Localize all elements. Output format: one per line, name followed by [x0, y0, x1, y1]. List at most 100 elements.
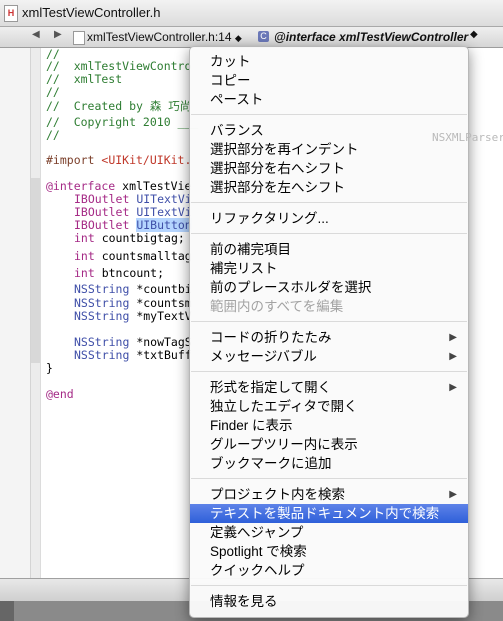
- menu-item-paste[interactable]: ペースト: [190, 90, 468, 109]
- context-menu: カット コピー ペースト バランス 選択部分を再インデント 選択部分を右へシフト…: [189, 46, 469, 618]
- type-name: NSString: [74, 348, 130, 362]
- identifier: *countbi: [129, 282, 192, 296]
- menu-item-label: バランス: [210, 123, 264, 138]
- keyword: IBOutlet: [74, 192, 130, 206]
- menu-item-get-info[interactable]: 情報を見る: [190, 592, 468, 611]
- menu-item-balance[interactable]: バランス: [190, 121, 468, 140]
- menu-item-find-in-project[interactable]: プロジェクト内を検索 ▶: [190, 485, 468, 504]
- menu-item-label: コピー: [210, 73, 251, 88]
- code-line: #import <UIKit/UIKit.: [46, 153, 191, 167]
- code-line: @interface xmlTestVie: [46, 179, 191, 193]
- popup-arrows-icon: ◆: [470, 29, 478, 40]
- menu-item-open-as[interactable]: 形式を指定して開く ▶: [190, 378, 468, 397]
- menu-item-label: グループツリー内に表示: [210, 437, 358, 452]
- class-name: xmlTestVie: [115, 179, 192, 193]
- menu-item-label: 選択部分を左へシフト: [210, 180, 345, 195]
- jumpbar-file-popup[interactable]: xmlTestViewController.h:14 ◆: [87, 30, 242, 44]
- menu-item-select-prev-placeholder[interactable]: 前のプレースホルダを選択: [190, 278, 468, 297]
- menu-item-reindent[interactable]: 選択部分を再インデント: [190, 140, 468, 159]
- keyword: int: [74, 231, 95, 245]
- header-file-icon-small: [73, 31, 85, 45]
- code-line: @end: [46, 387, 74, 401]
- menu-item-message-bubbles[interactable]: メッセージバブル ▶: [190, 347, 468, 366]
- code-line: //: [46, 128, 60, 142]
- code-fold-ribbon[interactable]: [31, 178, 40, 363]
- window-title: xmlTestViewController.h: [22, 5, 161, 20]
- menu-item-label: 形式を指定して開く: [210, 380, 332, 395]
- menu-item-copy[interactable]: コピー: [190, 71, 468, 90]
- menu-separator: [191, 233, 467, 234]
- identifier: countsmalltag: [94, 249, 192, 263]
- menu-item-shift-left[interactable]: 選択部分を左へシフト: [190, 178, 468, 197]
- menu-item-label: Spotlight で検索: [210, 544, 307, 559]
- menu-item-label: プロジェクト内を検索: [210, 487, 345, 502]
- menu-item-label: メッセージバブル: [210, 349, 317, 364]
- code-line: NSString *countsm: [74, 296, 192, 310]
- menu-item-add-bookmark[interactable]: ブックマークに追加: [190, 454, 468, 473]
- menu-item-search-in-docs[interactable]: テキストを製品ドキュメント内で検索: [190, 504, 468, 523]
- jump-bar: ◀ ▶ xmlTestViewController.h:14 ◆ C @inte…: [0, 27, 503, 48]
- menu-item-label: 前のプレースホルダを選択: [210, 280, 372, 295]
- menu-item-label: コードの折りたたみ: [210, 330, 332, 345]
- class-icon: C: [258, 31, 269, 42]
- type-name: NSString: [74, 309, 130, 323]
- menu-item-show-in-group-tree[interactable]: グループツリー内に表示: [190, 435, 468, 454]
- obscured-code-fragment: NSXMLParserDe: [432, 131, 503, 144]
- code-line: NSString *nowTagS: [74, 335, 192, 349]
- menu-item-cut[interactable]: カット: [190, 52, 468, 71]
- menu-item-completion-list[interactable]: 補完リスト: [190, 259, 468, 278]
- menu-item-label: クイックヘルプ: [210, 563, 305, 578]
- menu-item-jump-to-definition[interactable]: 定義へジャンプ: [190, 523, 468, 542]
- type-name: UITextVi: [129, 205, 192, 219]
- menu-item-edit-all-in-scope: 範囲内のすべてを編集: [190, 297, 468, 316]
- menu-item-prev-completion[interactable]: 前の補完項目: [190, 240, 468, 259]
- jumpbar-symbol-popup[interactable]: @interface xmlTestViewController: [274, 30, 468, 44]
- menu-item-show-in-finder[interactable]: Finder に表示: [190, 416, 468, 435]
- code-line: int countbigtag;: [74, 231, 185, 245]
- code-line: //: [46, 85, 60, 99]
- identifier: btncount;: [94, 266, 165, 280]
- type-name: UITextVi: [129, 192, 192, 206]
- import-path: <UIKit/UIKit.: [101, 153, 192, 167]
- resize-handle[interactable]: [0, 601, 14, 621]
- code-line: IBOutlet UITextVi: [74, 192, 192, 206]
- menu-separator: [191, 321, 467, 322]
- menu-item-shift-right[interactable]: 選択部分を右へシフト: [190, 159, 468, 178]
- submenu-arrow-icon: ▶: [449, 489, 457, 500]
- menu-item-label: リファクタリング...: [210, 211, 329, 226]
- jumpbar-file-label: xmlTestViewController.h:14: [87, 30, 232, 44]
- submenu-arrow-icon: ▶: [449, 332, 457, 343]
- type-name: NSString: [74, 282, 130, 296]
- menu-separator: [191, 371, 467, 372]
- keyword: IBOutlet: [74, 205, 130, 219]
- code-line: // xmlTest: [46, 72, 123, 86]
- menu-item-label: 情報を見る: [210, 594, 278, 609]
- code-line: NSString *myTextV: [74, 309, 192, 323]
- menu-item-label: 選択部分を右へシフト: [210, 161, 345, 176]
- menu-item-label: 補完リスト: [210, 261, 278, 276]
- forward-arrow-icon[interactable]: ▶: [54, 29, 62, 40]
- identifier: *txtBuff: [129, 348, 192, 362]
- menu-item-label: テキストを製品ドキュメント内で検索: [210, 506, 440, 521]
- type-name: NSString: [74, 296, 130, 310]
- menu-item-spotlight-search[interactable]: Spotlight で検索: [190, 542, 468, 561]
- code-line: IBOutlet UIButton: [74, 218, 192, 232]
- back-arrow-icon[interactable]: ◀: [32, 29, 40, 40]
- identifier: countbigtag;: [94, 231, 185, 245]
- popup-arrows-icon: ◆: [234, 33, 242, 43]
- import-directive: #import: [46, 153, 102, 167]
- code-line: int btncount;: [74, 266, 164, 280]
- menu-item-refactor[interactable]: リファクタリング...: [190, 209, 468, 228]
- menu-item-label: 独立したエディタで開く: [210, 399, 358, 414]
- menu-item-quick-help[interactable]: クイックヘルプ: [190, 561, 468, 580]
- menu-item-label: 範囲内のすべてを編集: [210, 299, 344, 314]
- menu-item-open-separate-editor[interactable]: 独立したエディタで開く: [190, 397, 468, 416]
- menu-item-label: 選択部分を再インデント: [210, 142, 359, 157]
- selected-text: UIButton: [136, 218, 192, 232]
- submenu-arrow-icon: ▶: [449, 351, 457, 362]
- menu-item-code-folding[interactable]: コードの折りたたみ ▶: [190, 328, 468, 347]
- type-name: NSString: [74, 335, 130, 349]
- menu-separator: [191, 585, 467, 586]
- keyword: IBOutlet: [74, 218, 130, 232]
- menu-separator: [191, 114, 467, 115]
